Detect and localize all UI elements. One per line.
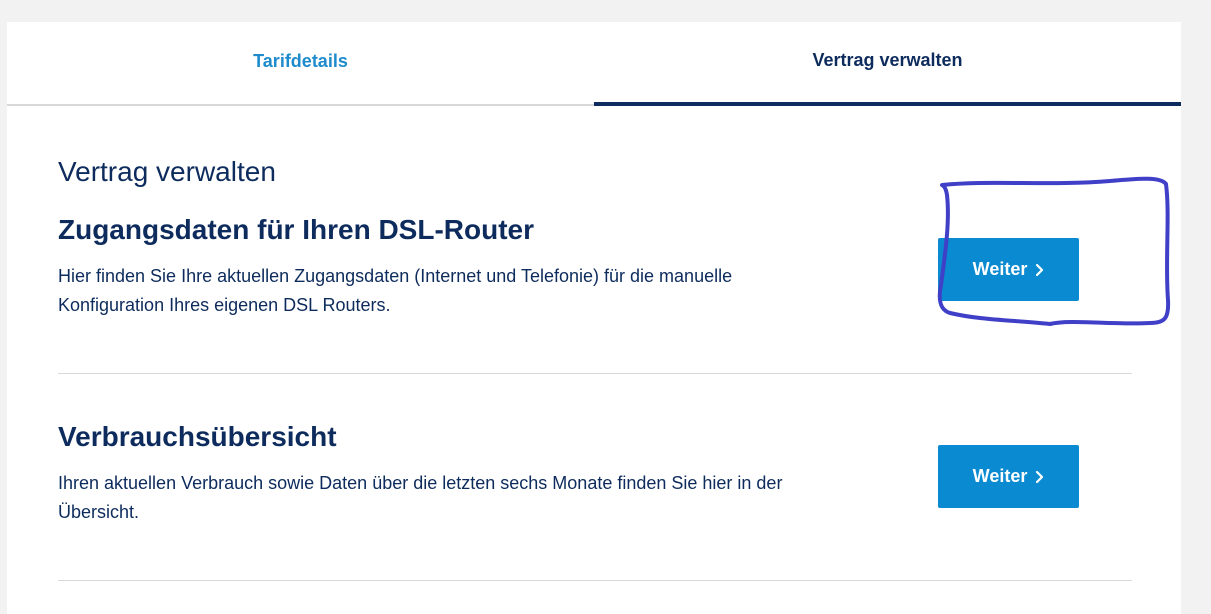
weiter-button-zugangsdaten[interactable]: Weiter [938, 238, 1079, 301]
section-description: Hier finden Sie Ihre aktuellen Zugangsda… [58, 266, 733, 315]
weiter-button-verbrauch[interactable]: Weiter [938, 445, 1079, 508]
section-title: Zugangsdaten für Ihren DSL-Router [58, 214, 534, 245]
tab-tarifdetails[interactable]: Tarifdetails [7, 22, 594, 106]
tab-label: Vertrag verwalten [812, 49, 963, 70]
content-card: Tarifdetails Vertrag verwalten Vertrag v… [7, 22, 1181, 614]
section-description: Ihren aktuellen Verbrauch sowie Daten üb… [58, 473, 783, 522]
chevron-right-icon [1036, 470, 1044, 483]
button-label: Weiter [972, 259, 1028, 279]
tab-vertrag-verwalten[interactable]: Vertrag verwalten [594, 22, 1181, 106]
section-divider [58, 580, 1132, 581]
chevron-right-icon [1036, 263, 1044, 276]
section-title: Verbrauchsübersicht [58, 421, 337, 452]
section-divider [58, 373, 1132, 374]
button-label: Weiter [972, 466, 1028, 486]
tab-bar: Tarifdetails Vertrag verwalten [7, 22, 1181, 106]
page-title: Vertrag verwalten [58, 156, 276, 187]
tab-label: Tarifdetails [253, 50, 348, 71]
